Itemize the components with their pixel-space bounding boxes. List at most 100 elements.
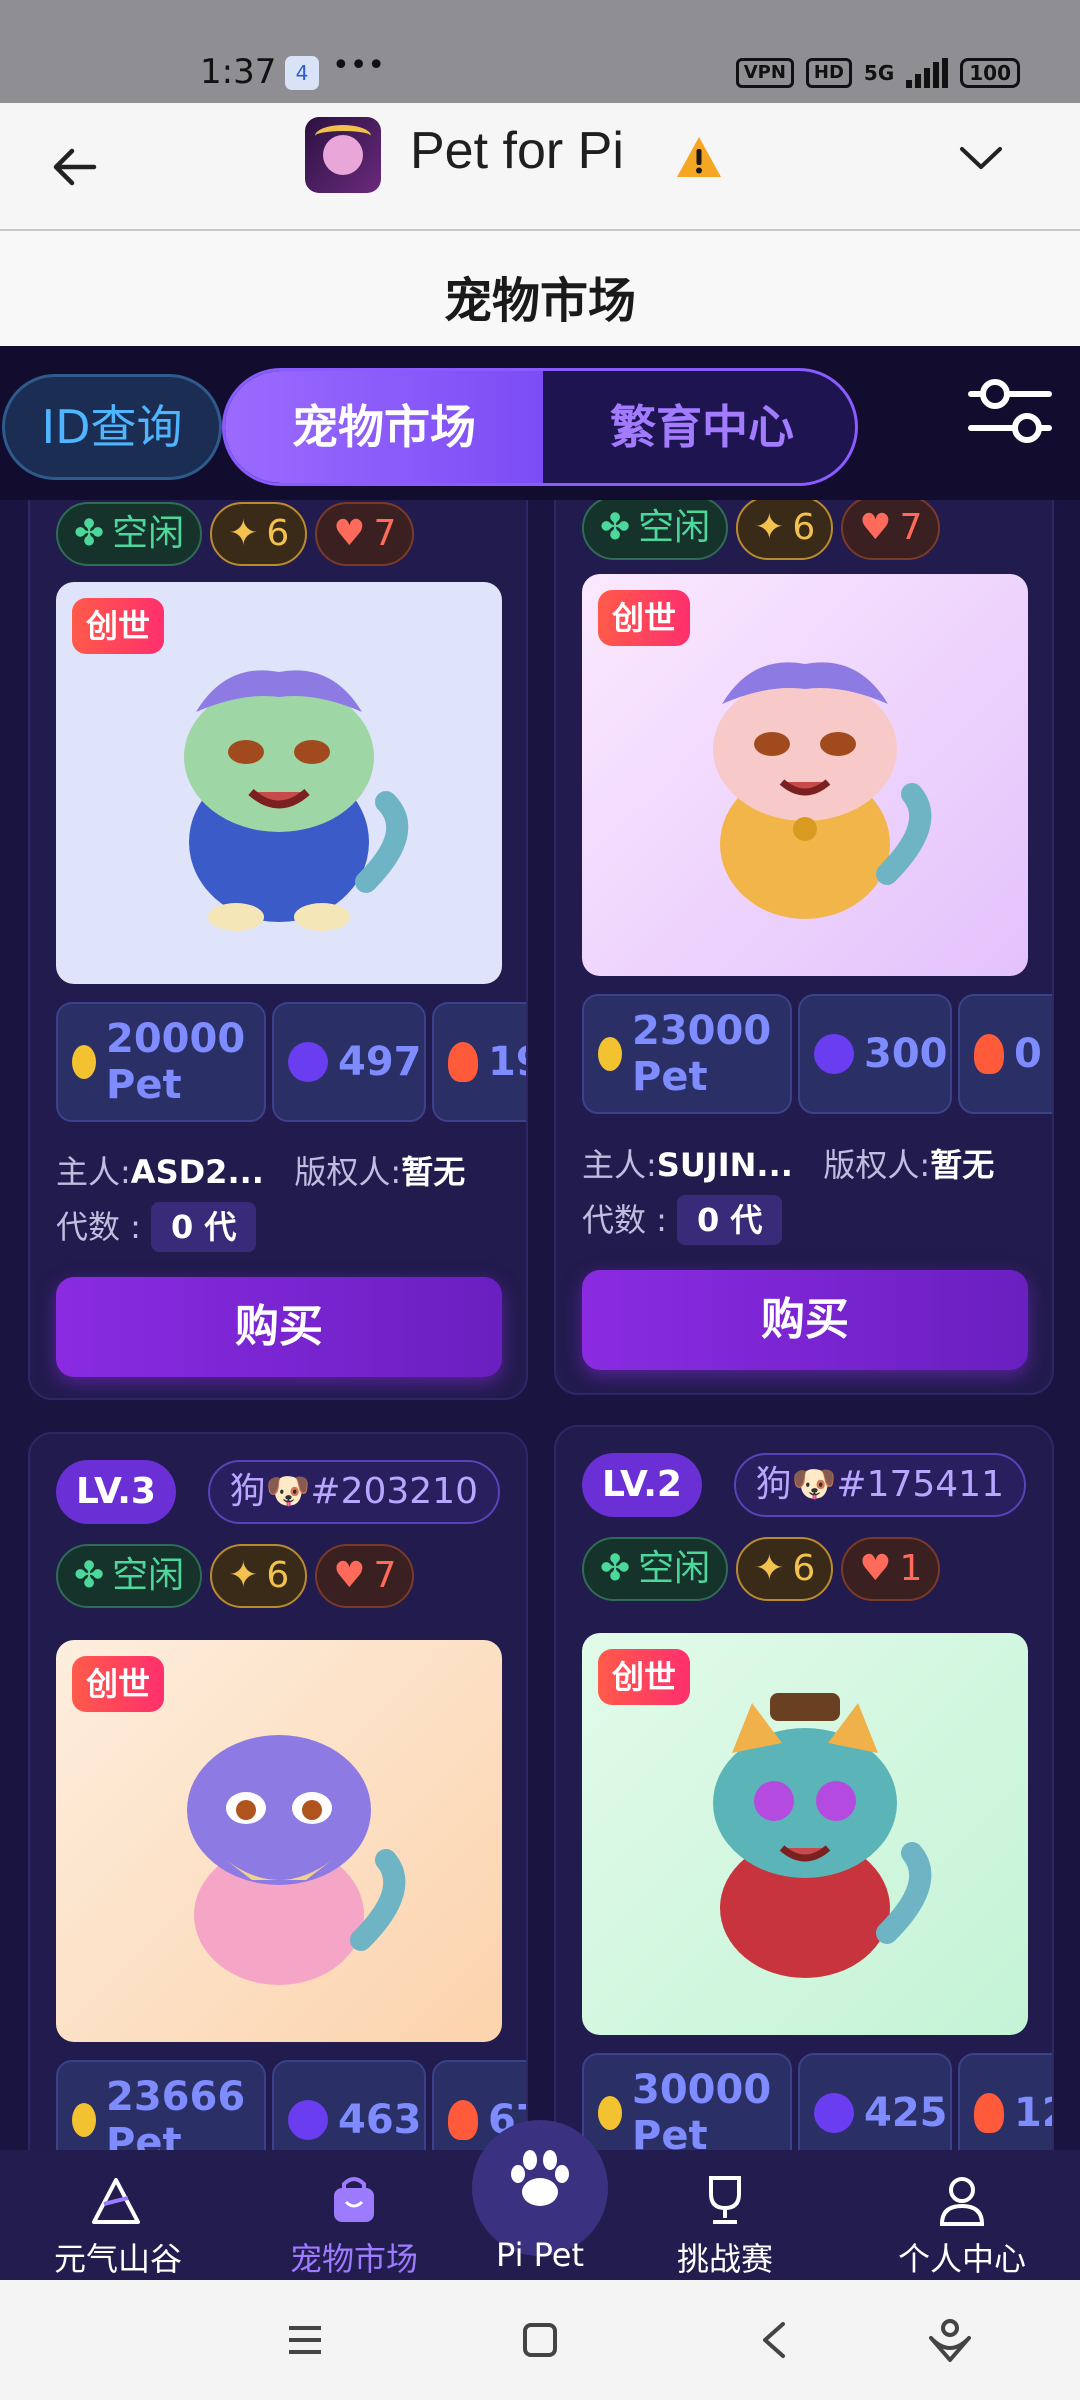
stats-row: 30000Pet 425 12 — [582, 2053, 1052, 2150]
system-nav-bar — [0, 2280, 1080, 2400]
genesis-badge: 创世 — [598, 1649, 691, 1705]
heart-icon: ♥ — [859, 507, 892, 548]
devil-icon — [288, 1042, 328, 1082]
nav-label: 个人中心 — [897, 2240, 1026, 2278]
coin-icon — [72, 1045, 96, 1079]
power-stat: 300 — [798, 994, 952, 1114]
back-icon[interactable] — [755, 2320, 795, 2360]
power-stat: 425 — [798, 2053, 952, 2150]
sparkle-icon: ✦ — [228, 1555, 259, 1596]
owner-name: SUJIN... — [656, 1146, 793, 1184]
paw-icon — [511, 2150, 569, 2206]
spark-badge: ✦ 6 — [736, 1537, 834, 1601]
pet-card[interactable]: LV.2 狗🐶#175411 ✤ 空闲 ✦ 6 ♥ 1 创世 30000 Pet 42 — [554, 1425, 1054, 2150]
devil-icon — [288, 2100, 328, 2140]
copyright-holder: 暂无 — [401, 1153, 466, 1191]
tab-group: 宠物市场 繁育中心 — [222, 368, 858, 486]
price-stat: 30000 Pet — [582, 2053, 792, 2150]
assistant-icon[interactable] — [925, 2314, 975, 2364]
sparkle-icon: ✦ — [754, 1548, 785, 1589]
owner-name: ASD2... — [130, 1153, 264, 1191]
price-stat: 23000 Pet — [582, 994, 792, 1114]
pet-card[interactable]: LV.3 狗🐶#203210 ✤ 空闲 ✦ 6 ♥ 7 创世 23666 Pet 463… — [28, 1432, 528, 2150]
flame-icon — [974, 2093, 1004, 2133]
sparkle-icon: ✦ — [754, 507, 785, 548]
trophy-icon — [709, 2176, 741, 2224]
tab-breeding-center[interactable]: 繁育中心 — [543, 371, 855, 483]
flame-icon — [974, 1034, 1004, 1074]
nav-label: 元气山谷 — [53, 2240, 182, 2278]
coin-icon — [72, 2103, 96, 2137]
pet-market-list: ✤空闲 ✦6 ♥7 创世 20000Pet 497 19 主人:A — [0, 500, 1080, 2150]
coin-icon — [598, 2096, 622, 2130]
pet-card[interactable]: ✤空闲 ✦6 ♥7 创世 20000Pet 497 19 主人:A — [28, 500, 528, 1400]
page-title-bar: 宠物市场 — [0, 231, 1080, 346]
nav-item-market[interactable]: 宠物市场 — [254, 2170, 454, 2280]
back-arrow-icon[interactable] — [48, 139, 104, 195]
clover-icon: ✤ — [74, 1555, 105, 1596]
app-header: Pet for Pi — [0, 103, 1080, 231]
owner-info: 主人:SUJIN... 版权人:暂无 — [582, 1146, 995, 1184]
clover-icon: ✤ — [74, 513, 105, 554]
buy-button[interactable]: 购买 — [582, 1270, 1028, 1370]
nav-item-profile[interactable]: 个人中心 — [862, 2170, 1062, 2280]
genesis-badge: 创世 — [598, 590, 691, 646]
generation-value: 0 代 — [150, 1202, 257, 1252]
home-icon[interactable] — [520, 2320, 560, 2360]
heart-icon: ♥ — [859, 1548, 892, 1589]
nav-label-pipet[interactable]: Pi Pet — [460, 2236, 620, 2274]
clover-icon: ✤ — [600, 507, 631, 548]
heart-badge: ♥ 7 — [315, 502, 415, 566]
tabs-bar: ID查询 宠物市场 繁育中心 — [0, 346, 1080, 500]
nav-item-challenge[interactable]: 挑战赛 — [625, 2170, 825, 2280]
status-right-icons: VPN HD 5G 100 — [735, 58, 1020, 88]
spark-badge: ✦ 6 — [210, 1544, 308, 1608]
pet-card[interactable]: ✤ 空闲 ✦ 6 ♥ 7 创世 23000 Pet 300 0 主人:SUJIN... — [554, 500, 1054, 1395]
vpn-icon: VPN — [735, 58, 794, 88]
generation-value: 0 代 — [676, 1195, 783, 1245]
spark-badge: ✦ 6 — [210, 502, 308, 566]
pet-image[interactable]: 创世 — [56, 1640, 502, 2042]
stats-row: 23666Pet 463 67 — [56, 2060, 526, 2150]
badge-row: ✤ 空闲 ✦ 6 ♥ 7 — [582, 500, 941, 560]
fire-stat: 0 — [958, 994, 1052, 1114]
user-icon — [939, 2177, 985, 2226]
heart-icon: ♥ — [333, 1555, 366, 1596]
price-stat: 23666 Pet — [56, 2060, 266, 2150]
pet-id-badge: 狗🐶#203210 — [207, 1460, 500, 1524]
heart-icon: ♥ — [333, 513, 366, 554]
flame-icon — [448, 2100, 478, 2140]
power-stat: 497 — [272, 1002, 426, 1122]
shopping-bag-icon — [334, 2177, 374, 2222]
pet-image[interactable]: 创世 — [582, 574, 1028, 976]
owner-info: 主人:ASD2... 版权人:暂无 — [56, 1153, 466, 1191]
pet-image[interactable]: 创世 — [582, 1633, 1028, 2035]
copyright-holder: 暂无 — [930, 1146, 995, 1184]
mountain-icon — [92, 2178, 140, 2224]
nav-item-valley[interactable]: 元气山谷 — [18, 2170, 218, 2280]
warning-icon[interactable] — [675, 133, 723, 181]
hd-icon: HD — [805, 58, 852, 88]
devil-icon — [814, 1034, 854, 1074]
status-idle-badge: ✤ 空闲 — [582, 1537, 729, 1601]
sparkle-icon: ✦ — [228, 513, 259, 554]
tab-pet-market[interactable]: 宠物市场 — [225, 371, 543, 483]
filter-sliders-icon[interactable] — [965, 370, 1055, 450]
badge-row: ✤ 空闲 ✦ 6 ♥ 7 — [56, 502, 415, 566]
menu-icon[interactable] — [285, 2320, 325, 2360]
page-title: 宠物市场 — [443, 273, 636, 329]
status-idle-badge: ✤ 空闲 — [582, 500, 729, 560]
pet-image[interactable]: 创世 — [56, 582, 502, 984]
tab-id-query[interactable]: ID查询 — [2, 374, 222, 480]
generation-info: 代数 :0 代 — [56, 1202, 257, 1252]
stats-row: 20000Pet 497 19 — [56, 1002, 526, 1122]
flame-icon — [448, 1042, 478, 1082]
heart-badge: ♥ 7 — [315, 1544, 415, 1608]
badge-row: ✤ 空闲 ✦ 6 ♥ 1 — [582, 1537, 941, 1601]
chevron-down-icon[interactable] — [956, 139, 1006, 179]
buy-button[interactable]: 购买 — [56, 1277, 502, 1377]
status-time: 1:37 — [200, 52, 277, 92]
heart-badge: ♥ 1 — [841, 1537, 941, 1601]
badge-row: ✤ 空闲 ✦ 6 ♥ 7 — [56, 1544, 415, 1608]
clover-icon: ✤ — [600, 1548, 631, 1589]
